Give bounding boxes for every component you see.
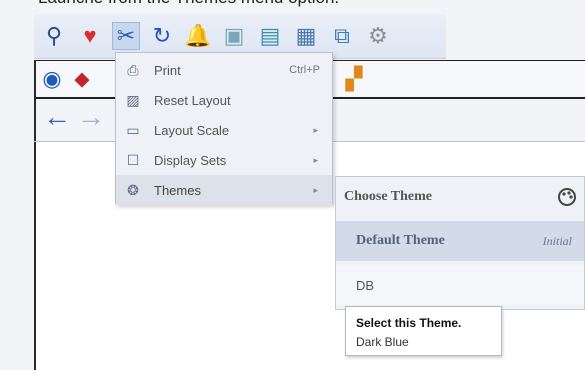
submenu-header: Choose Theme xyxy=(336,177,584,217)
heartbeat-icon[interactable]: ♥ xyxy=(76,22,104,50)
tooltip-title: Select this Theme. xyxy=(356,316,462,330)
theme-name: DB xyxy=(356,277,375,293)
submenu-title: Choose Theme xyxy=(344,189,433,204)
submenu-arrow-icon: ▸ xyxy=(313,184,318,195)
themes-submenu: Choose Theme Default Theme Initial DB xyxy=(335,176,585,310)
window-icon[interactable]: ▣ xyxy=(220,22,248,50)
navigation-bar: ← → xyxy=(40,100,120,136)
menu-item-label: Print xyxy=(154,62,181,78)
theme-name: Default Theme xyxy=(356,233,445,248)
apps-icon[interactable]: ▞ xyxy=(340,65,368,93)
menu-item-themes[interactable]: ❂ Themes ▸ xyxy=(116,175,332,205)
eye-icon[interactable]: ◉ xyxy=(38,65,66,93)
export-icon[interactable]: ▤ xyxy=(256,22,284,50)
menu-item-label: Reset Layout xyxy=(154,92,231,108)
theme-tag: Initial xyxy=(542,233,572,248)
network-icon[interactable]: ⧉ xyxy=(328,22,356,50)
display-sets-icon: ☐ xyxy=(126,151,140,168)
menu-item-label: Layout Scale xyxy=(154,122,230,138)
menu-item-label: Themes xyxy=(154,182,201,198)
theme-tooltip: Select this Theme. Dark Blue xyxy=(345,306,502,356)
theme-item-db[interactable]: DB xyxy=(336,265,584,305)
settings-icon[interactable]: ⚙ xyxy=(364,22,392,50)
shortcut-label: Ctrl+P xyxy=(289,64,320,76)
menu-item-label: Display Sets xyxy=(154,152,227,168)
tooltip-description: Dark Blue xyxy=(356,335,409,349)
theme-item-default[interactable]: Default Theme Initial xyxy=(336,221,584,261)
forward-arrow-icon[interactable]: → xyxy=(74,100,108,134)
bell-icon[interactable]: 🔔 xyxy=(184,22,212,50)
menu-item-reset-layout[interactable]: ▨ Reset Layout xyxy=(116,85,332,115)
palette-icon: ❂ xyxy=(127,181,139,198)
reset-layout-icon: ▨ xyxy=(126,91,140,108)
caption: Launche from the Themes menu option. xyxy=(0,0,585,8)
layout-scale-icon: ▭ xyxy=(126,121,140,138)
refresh-icon[interactable]: ↻ xyxy=(148,22,176,50)
submenu-arrow-icon: ▸ xyxy=(313,124,318,135)
menu-item-layout-scale[interactable]: ▭ Layout Scale ▸ xyxy=(116,115,332,145)
redirect-icon[interactable]: ⬥ xyxy=(68,65,96,93)
back-arrow-icon[interactable]: ← xyxy=(40,100,74,134)
tools-dropdown-menu: ⎙ Print Ctrl+P ▨ Reset Layout ▭ Layout S… xyxy=(115,52,333,205)
menu-item-display-sets[interactable]: ☐ Display Sets ▸ xyxy=(116,145,332,175)
menu-item-print[interactable]: ⎙ Print Ctrl+P xyxy=(116,55,332,85)
palette-icon xyxy=(556,186,578,208)
tools-icon[interactable]: ✂ xyxy=(112,22,140,50)
printer-icon: ⎙ xyxy=(127,61,139,78)
submenu-arrow-icon: ▸ xyxy=(313,154,318,165)
chart-icon[interactable]: ▦ xyxy=(292,22,320,50)
search-icon[interactable]: ⚲ xyxy=(40,22,68,50)
